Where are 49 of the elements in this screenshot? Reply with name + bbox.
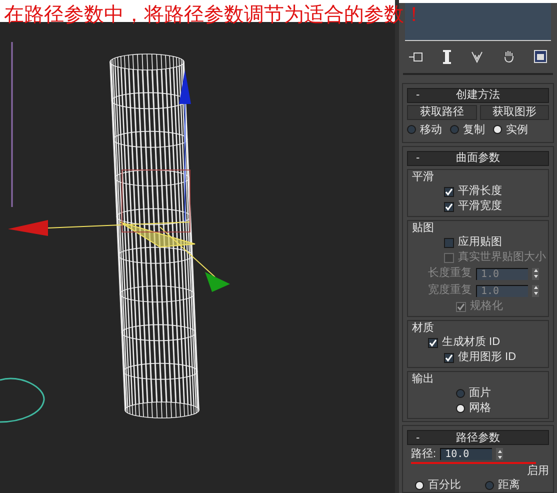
radio-button[interactable] [456, 404, 465, 413]
checkbox-label: 规格化 [470, 299, 503, 314]
group-title: 平滑 [411, 170, 435, 184]
checkbox[interactable] [428, 338, 438, 348]
radio-button[interactable] [456, 389, 465, 398]
rollout-header[interactable]: - 曲面参数 [407, 151, 549, 166]
hand-icon [504, 50, 514, 64]
spline-path-drawing [0, 378, 45, 423]
checkbox[interactable] [444, 352, 454, 362]
radio-label: 百分比 [428, 478, 461, 492]
checkbox[interactable] [444, 202, 454, 212]
checkbox-label: 平滑长度 [458, 184, 502, 199]
rollout-header[interactable]: - 创建方法 [407, 88, 549, 102]
enable-label: 启用 [527, 464, 549, 478]
radio-button[interactable] [407, 125, 416, 134]
rollout-header[interactable]: - 路径参数 [407, 430, 549, 445]
radio-button[interactable] [493, 125, 502, 134]
group-title: 贴图 [411, 221, 435, 235]
checkbox-label: 平滑宽度 [458, 199, 502, 214]
configure-icon [534, 50, 547, 64]
pin-icon [409, 52, 424, 62]
checkbox[interactable] [444, 186, 454, 196]
radio-label: 复制 [463, 122, 485, 138]
checkbox-label: 应用贴图 [458, 235, 502, 250]
group-title: 输出 [411, 372, 435, 386]
radio-label: 移动 [420, 122, 442, 138]
checkbox[interactable] [444, 238, 454, 248]
radio-label: 面片 [469, 386, 491, 401]
toolbar-button[interactable]: 获取图形 [480, 104, 549, 120]
radio-label: 实例 [506, 122, 528, 138]
spinner-arrows-icon[interactable] [496, 448, 504, 460]
radio-button[interactable] [485, 480, 494, 490]
radio-label: 距离 [498, 478, 520, 492]
checkbox-label: 生成材质 ID [442, 335, 500, 350]
radio-label: 网格 [469, 401, 491, 416]
radio-button[interactable] [415, 480, 424, 490]
spinner-label: 路径: [411, 447, 436, 461]
spinner-label: 长度重复 [428, 266, 472, 281]
radio-button[interactable] [450, 125, 459, 134]
spinner-arrows-icon[interactable] [532, 268, 539, 280]
toolbar-button[interactable]: 获取路径 [407, 104, 476, 120]
checkbox-label: 使用图形 ID [458, 350, 516, 365]
spinner-arrows-icon[interactable] [532, 284, 539, 296]
funnel-icon [471, 50, 484, 63]
modifier-stack-icon [443, 50, 452, 64]
spinner-label: 宽度重复 [428, 283, 472, 298]
group-title: 材质 [411, 321, 435, 335]
number-field[interactable]: 10.0 [440, 448, 492, 460]
checkbox-label: 真实世界贴图大小 [458, 250, 546, 265]
